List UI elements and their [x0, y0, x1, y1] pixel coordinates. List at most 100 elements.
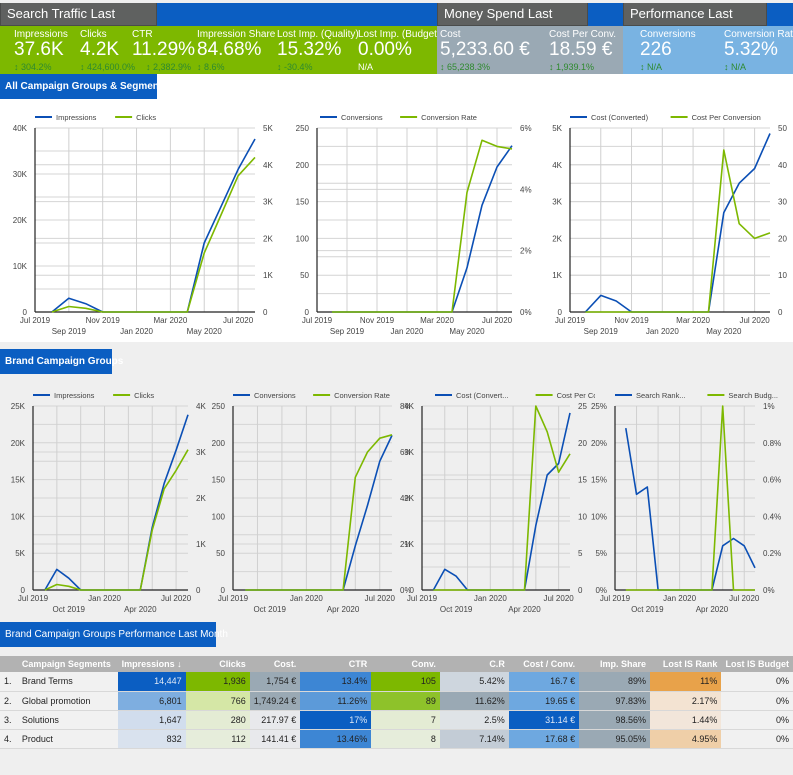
- chart-all-impressions-clicks: 010K20K30K40K01K2K3K4K5KJul 2019 Nov 2019…: [13, 113, 274, 336]
- table-cell: 6,801: [117, 691, 186, 711]
- y-tick-label-right: 0.8%: [763, 439, 781, 448]
- kpi-change: ↕ 2,382.9%: [146, 62, 192, 72]
- y-tick-label-left: 10%: [591, 512, 607, 521]
- table-row[interactable]: 1. Brand Terms 14,447 1,936 1,754 €13.4% 105 5…: [0, 672, 793, 692]
- kpi-value: 15.32%: [277, 39, 342, 60]
- y-tick-label-left: 10K: [11, 512, 26, 521]
- col-header[interactable]: Impressions ↓: [117, 656, 186, 672]
- x-tick-label: Jul 2020: [739, 316, 770, 325]
- y-tick-label-left: 150: [212, 476, 226, 485]
- col-header[interactable]: CTR: [300, 656, 372, 672]
- x-tick-label: Sep 2019: [330, 327, 365, 336]
- row-index: 3.: [0, 710, 18, 730]
- col-header[interactable]: Conv.: [371, 656, 440, 672]
- y-tick-label-left: 5%: [595, 549, 607, 558]
- y-tick-label-right: 1K: [263, 271, 273, 280]
- col-header[interactable]: Cost.: [249, 656, 301, 672]
- table-cell: 141.41 €: [249, 729, 301, 749]
- table-cell: 16.7 €: [508, 672, 580, 692]
- col-header[interactable]: Cost / Conv.: [508, 656, 580, 672]
- table-cell: 832: [117, 729, 186, 749]
- x-tick-label: Mar 2020: [153, 316, 187, 325]
- kpi-change: ↕ 424,600.0%: [80, 62, 136, 72]
- legend-label: Cost (Convert...: [456, 391, 509, 400]
- table-cell: 19.65 €: [508, 691, 580, 711]
- y-tick-label-right: 0: [578, 586, 583, 595]
- x-tick-label: Sep 2019: [52, 327, 87, 336]
- y-tick-label-left: 40K: [13, 124, 28, 133]
- chart-brand-lost-is: 0%5%10%15%20%25%0%0.2%0.4%0.6%0.8%1%Jul …: [591, 391, 781, 614]
- all-campaigns-button[interactable]: All Campaign Groups & Segments: [0, 74, 168, 99]
- table-row[interactable]: 2. Global promotion 6,801 766 1,749.24 €11.2…: [0, 691, 793, 711]
- kpi-impressions: Impressions 37.6K ↕ 304.2%: [14, 26, 68, 72]
- table-cell: 11%: [650, 672, 722, 692]
- kpi-value: 4.2K: [80, 39, 120, 60]
- legend-label: Conversions: [254, 391, 296, 400]
- y-tick-label-left: 1K: [404, 540, 414, 549]
- performance-title: Performance Last Month: [623, 3, 767, 43]
- table-cell: 14,447: [117, 672, 186, 692]
- col-header[interactable]: Imp. Share: [579, 656, 651, 672]
- table-cell: 89: [371, 691, 440, 711]
- legend-label: Impressions: [54, 391, 95, 400]
- y-tick-label-left: 150: [296, 198, 310, 207]
- x-tick-label: May 2020: [449, 327, 485, 336]
- brand-campaigns-button[interactable]: Brand Campaign Groups: [0, 349, 123, 374]
- kpi-lost-budget: Lost Imp. (Budget) 0.00% N/A: [358, 26, 440, 72]
- y-tick-label-left: 4K: [404, 402, 414, 411]
- table-cell: 5.42%: [439, 672, 509, 692]
- segment-name: Product: [17, 729, 118, 749]
- x-tick-label: Nov 2019: [360, 316, 395, 325]
- x-tick-label: Sep 2019: [584, 327, 619, 336]
- y-tick-label-left: 100: [212, 512, 226, 521]
- y-tick-label-left: 1K: [552, 271, 562, 280]
- kpi-clicks: Clicks 4.2K ↕ 424,600.0%: [80, 26, 135, 72]
- col-header[interactable]: Lost IS Budget: [721, 656, 793, 672]
- series-line-clicks: [44, 449, 189, 591]
- kpi-value: 18.59 €: [549, 39, 613, 60]
- x-tick-label: Jan 2020: [474, 594, 507, 603]
- y-tick-label-left: 2K: [552, 234, 562, 243]
- y-tick-label-right: 0.2%: [763, 549, 781, 558]
- y-tick-label-right: 2K: [263, 234, 273, 243]
- row-index: 4.: [0, 729, 18, 749]
- y-tick-label-left: 5K: [15, 549, 25, 558]
- legend-label: Conversion Rate: [334, 391, 390, 400]
- col-header[interactable]: Lost IS Rank: [650, 656, 722, 672]
- segment-name: Solutions: [17, 710, 118, 730]
- y-tick-label-right: 3K: [263, 198, 273, 207]
- table-cell: 11.62%: [439, 691, 509, 711]
- y-tick-label-left: 2K: [404, 494, 414, 503]
- y-tick-label-left: 30K: [13, 170, 28, 179]
- legend-label: Cost (Converted): [591, 113, 649, 122]
- table-cell: 105: [371, 672, 440, 692]
- x-tick-label: Oct 2019: [631, 605, 664, 614]
- table-header-row: Campaign Segments Impressions ↓ Clicks C…: [0, 656, 793, 672]
- legend-label: Conversion Rate: [421, 113, 477, 122]
- col-header[interactable]: C.R: [439, 656, 509, 672]
- x-tick-label: Jan 2020: [88, 594, 121, 603]
- table-cell: 1,647: [117, 710, 186, 730]
- x-tick-label: Apr 2020: [696, 605, 729, 614]
- x-tick-label: Mar 2020: [420, 316, 454, 325]
- x-tick-label: Nov 2019: [614, 316, 649, 325]
- table-row[interactable]: 3. Solutions 1,647 280 217.97 €17% 7 2.5% 31.14…: [0, 710, 793, 730]
- table-row[interactable]: 4. Product 832 112 141.41 €13.46% 8 7.14% 17.68…: [0, 729, 793, 749]
- y-tick-label-left: 20K: [13, 216, 28, 225]
- x-tick-label: Mar 2020: [676, 316, 710, 325]
- y-tick-label-right: 0.4%: [763, 512, 781, 521]
- col-header[interactable]: Clicks: [185, 656, 250, 672]
- y-tick-label-right: 0.6%: [763, 476, 781, 485]
- x-tick-label: Jan 2020: [391, 327, 424, 336]
- table-cell: 8: [371, 729, 440, 749]
- kpi-value: 84.68%: [197, 39, 262, 60]
- y-tick-label-right: 6%: [520, 124, 532, 133]
- legend-label: Search Budg...: [728, 391, 778, 400]
- col-header[interactable]: Campaign Segments: [17, 656, 118, 672]
- kpi-value: 37.6K: [14, 39, 64, 60]
- y-tick-label-left: 50: [216, 549, 225, 558]
- kpi-conversions: Conversions 226 ↕ N/A: [640, 26, 696, 72]
- kpi-value: 5,233.60 €: [440, 39, 530, 60]
- brand-performance-button[interactable]: Brand Campaign Groups Performance Last M…: [0, 622, 228, 647]
- x-tick-label: Jan 2020: [290, 594, 323, 603]
